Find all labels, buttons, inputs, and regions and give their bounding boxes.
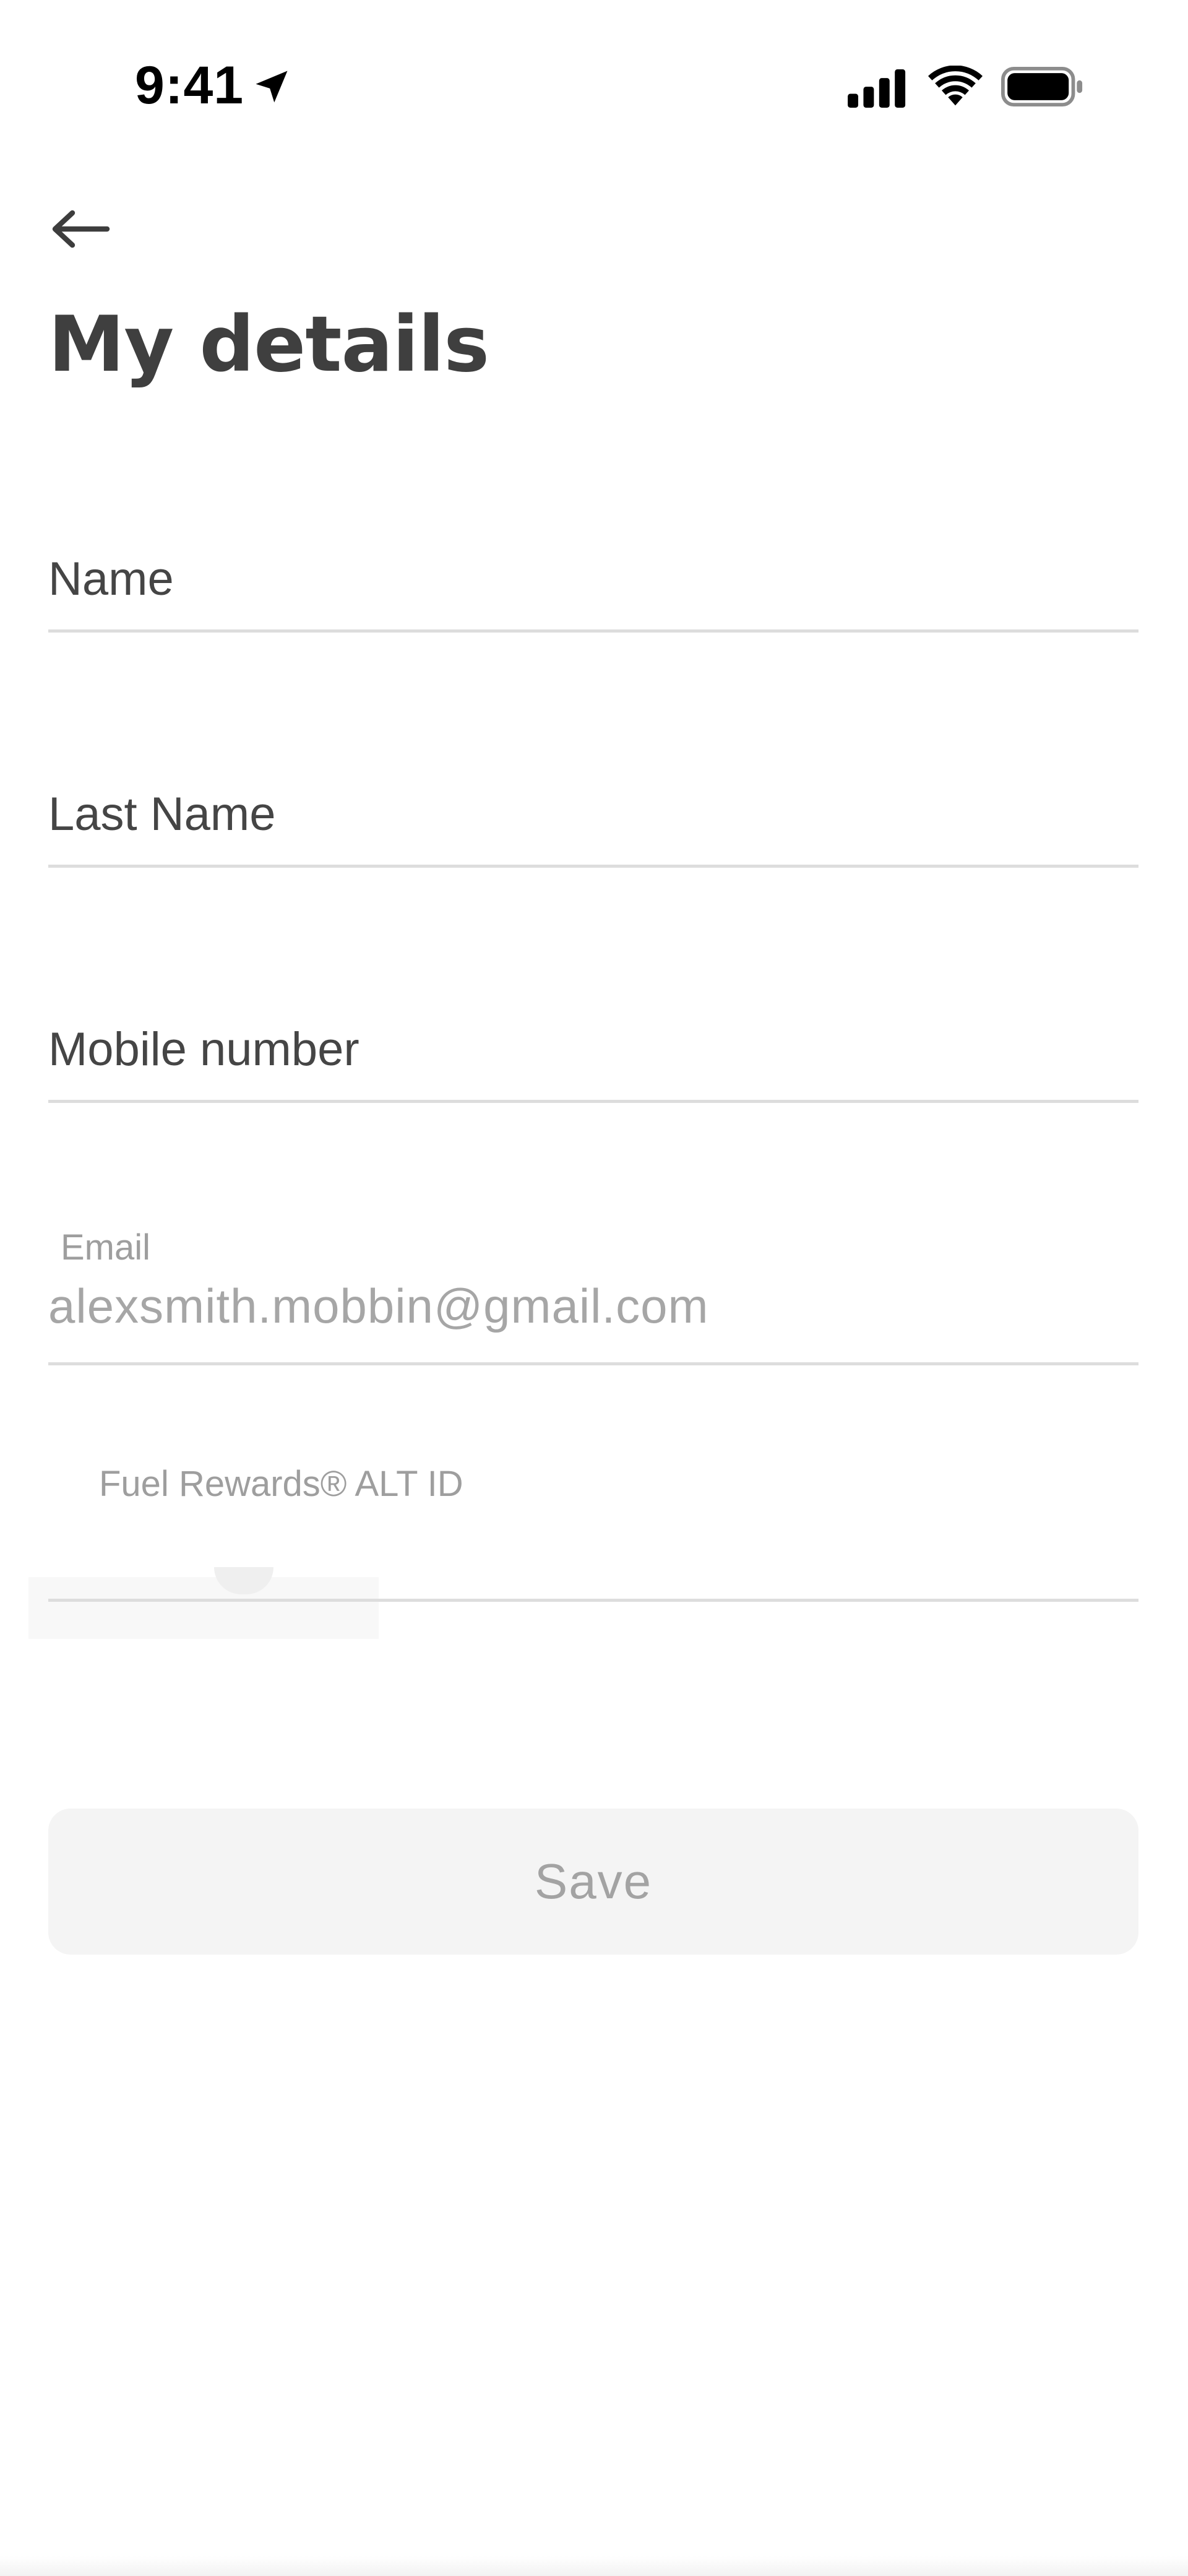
alt-id-field-underline [48, 1599, 1138, 1602]
bottom-edge [0, 2556, 1188, 2576]
save-button[interactable]: Save [48, 1809, 1138, 1955]
back-button[interactable] [43, 198, 118, 260]
status-bar: 9:41 [0, 0, 1188, 161]
wifi-icon [928, 66, 983, 106]
email-field[interactable]: Email alexsmith.mobbin@gmail.com [48, 1225, 1138, 1365]
mobile-number-field[interactable]: Mobile number [48, 1016, 1138, 1103]
email-field-value: alexsmith.mobbin@gmail.com [48, 1279, 709, 1333]
email-field-underline [48, 1362, 1138, 1365]
alt-id-value-placeholder [28, 1567, 379, 1639]
name-field-underline [48, 629, 1138, 633]
cellular-signal-icon [848, 69, 906, 108]
last-name-field-underline [48, 865, 1138, 868]
name-field[interactable]: Name [48, 546, 1138, 633]
arrow-left-icon [52, 210, 110, 248]
name-field-label: Name [48, 553, 174, 605]
last-name-field-label: Last Name [48, 788, 276, 841]
battery-icon [1001, 66, 1083, 107]
location-arrow-icon [256, 71, 288, 103]
page-title: My details [48, 300, 489, 389]
last-name-field[interactable]: Last Name [48, 781, 1138, 868]
mobile-number-field-underline [48, 1100, 1138, 1103]
status-time: 9:41 [135, 56, 244, 115]
alt-id-field-label: Fuel Rewards® ALT ID [99, 1464, 463, 1504]
email-field-label: Email [61, 1227, 151, 1268]
alt-id-field[interactable]: Fuel Rewards® ALT ID [28, 1462, 1138, 1639]
mobile-number-field-label: Mobile number [48, 1023, 359, 1076]
alt-id-loading-indicator [214, 1567, 273, 1594]
